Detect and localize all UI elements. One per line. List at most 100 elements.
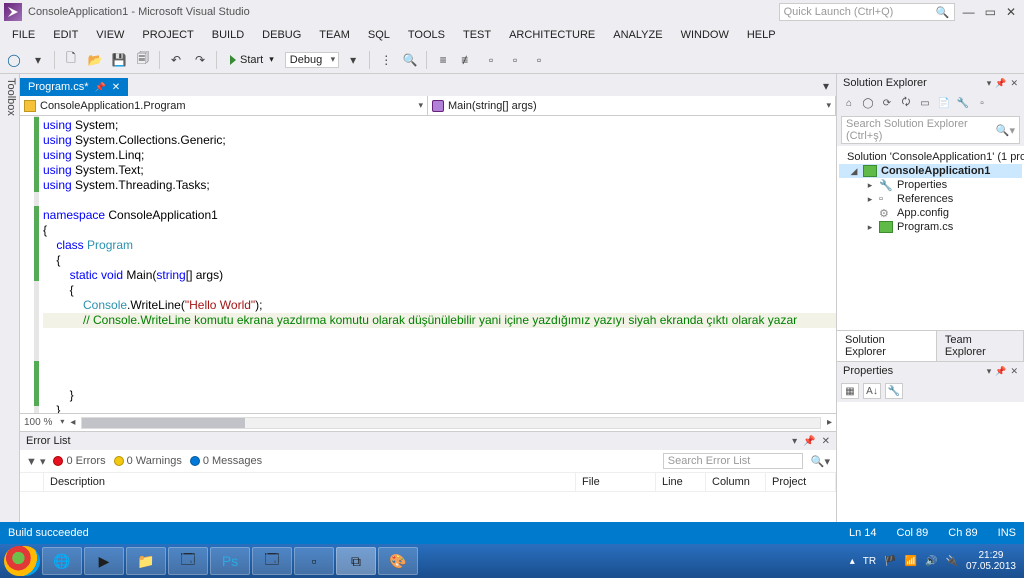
props-categorized-icon[interactable]: ▦ xyxy=(841,383,859,399)
tree-properties[interactable]: ▸🔧Properties xyxy=(839,178,1022,192)
menu-view[interactable]: VIEW xyxy=(88,27,132,43)
menu-project[interactable]: PROJECT xyxy=(134,27,201,43)
start-debug-button[interactable]: Start▾ xyxy=(223,51,281,69)
menu-edit[interactable]: EDIT xyxy=(45,27,86,43)
tab-team-explorer[interactable]: Team Explorer xyxy=(937,331,1024,361)
menu-test[interactable]: TEST xyxy=(455,27,499,43)
toolbox-tab[interactable]: Toolbox xyxy=(0,74,20,522)
col-file[interactable]: File xyxy=(576,473,656,491)
se-home-icon[interactable]: ⌂ xyxy=(841,95,857,111)
tree-appconfig[interactable]: ⚙App.config xyxy=(839,206,1022,220)
code-content[interactable]: using System; using System.Collections.G… xyxy=(39,116,836,413)
tray-network-icon[interactable]: 📶 xyxy=(905,556,917,567)
se-pin-icon[interactable]: 📌 xyxy=(995,78,1006,89)
tree-solution[interactable]: Solution 'ConsoleApplication1' (1 pro xyxy=(839,150,1022,164)
panel-close-icon[interactable]: ✕ xyxy=(822,436,830,447)
scope-combo[interactable]: ConsoleApplication1.Program xyxy=(20,96,428,115)
panel-dropdown-icon[interactable]: ▾ xyxy=(792,436,797,447)
se-search-input[interactable]: Search Solution Explorer (Ctrl+ş)🔍▾ xyxy=(841,116,1020,144)
active-files-dropdown[interactable]: ▾ xyxy=(816,76,836,96)
col-column[interactable]: Column xyxy=(706,473,766,491)
step-icon[interactable]: ⋮ xyxy=(376,50,396,70)
save-all-button[interactable]: 🗐 xyxy=(133,50,153,70)
se-close-icon[interactable]: ✕ xyxy=(1010,78,1018,89)
props-dropdown-icon[interactable]: ▾ xyxy=(987,366,992,377)
se-dropdown-icon[interactable]: ▾ xyxy=(987,78,992,89)
new-project-button[interactable]: 🗋 xyxy=(61,50,81,70)
se-showall-icon[interactable]: 📄 xyxy=(936,95,952,111)
errors-filter[interactable]: 0 Errors xyxy=(53,455,105,467)
taskbar-paint[interactable]: 🎨 xyxy=(378,547,418,575)
menu-sql[interactable]: SQL xyxy=(360,27,398,43)
tab-solution-explorer[interactable]: Solution Explorer xyxy=(837,331,937,361)
taskbar-app1[interactable]: 🗔 xyxy=(168,547,208,575)
messages-filter[interactable]: 0 Messages xyxy=(190,455,262,467)
tray-clock[interactable]: 21:2907.05.2013 xyxy=(966,550,1016,572)
error-search-input[interactable]: Search Error List xyxy=(663,453,803,469)
props-pages-icon[interactable]: 🔧 xyxy=(885,383,903,399)
tree-references[interactable]: ▸▫References xyxy=(839,192,1022,206)
menu-debug[interactable]: DEBUG xyxy=(254,27,309,43)
horizontal-scrollbar[interactable] xyxy=(81,417,821,429)
tray-lang[interactable]: TR xyxy=(863,556,876,567)
minimize-button[interactable]: — xyxy=(963,5,975,19)
taskbar-media[interactable]: ▶ xyxy=(84,547,124,575)
menu-analyze[interactable]: ANALYZE xyxy=(605,27,670,43)
nav-forward-button[interactable]: ▾ xyxy=(28,50,48,70)
se-preview-icon[interactable]: ▫ xyxy=(974,95,990,111)
taskbar-explorer[interactable]: 📁 xyxy=(126,547,166,575)
redo-button[interactable]: ↷ xyxy=(190,50,210,70)
start-button[interactable] xyxy=(4,546,40,576)
tree-program-cs[interactable]: ▸Program.cs xyxy=(839,220,1022,234)
scroll-right-icon[interactable]: ▸ xyxy=(827,417,832,428)
menu-window[interactable]: WINDOW xyxy=(673,27,737,43)
se-collapse-icon[interactable]: ▭ xyxy=(917,95,933,111)
configuration-combo[interactable]: Debug xyxy=(285,52,339,68)
undo-button[interactable]: ↶ xyxy=(166,50,186,70)
close-button[interactable]: ✕ xyxy=(1006,5,1016,19)
tab-close-icon[interactable]: ✕ xyxy=(112,82,120,93)
tree-project[interactable]: ◢ConsoleApplication1 xyxy=(839,164,1022,178)
taskbar-app3[interactable]: ▫ xyxy=(294,547,334,575)
props-alpha-icon[interactable]: A↓ xyxy=(863,383,881,399)
menu-architecture[interactable]: ARCHITECTURE xyxy=(501,27,603,43)
tray-flag-icon[interactable]: 🏴 xyxy=(884,556,896,567)
quick-launch-input[interactable]: Quick Launch (Ctrl+Q)🔍 xyxy=(779,3,955,21)
nav-back-button[interactable]: ◯ xyxy=(4,50,24,70)
member-combo[interactable]: Main(string[] args) xyxy=(428,96,836,115)
menu-file[interactable]: FILE xyxy=(4,27,43,43)
comment-button[interactable]: ≡ xyxy=(433,50,453,70)
tray-volume-icon[interactable]: 🔊 xyxy=(925,556,937,567)
tool-c-icon[interactable]: ▫ xyxy=(529,50,549,70)
error-search-icon[interactable]: 🔍▾ xyxy=(811,455,830,468)
se-sync-icon[interactable]: ⟳ xyxy=(879,95,895,111)
panel-pin-icon[interactable]: 📌 xyxy=(803,436,815,447)
zoom-combo[interactable]: 100 % xyxy=(24,417,64,428)
tool-b-icon[interactable]: ▫ xyxy=(505,50,525,70)
code-editor[interactable]: using System; using System.Collections.G… xyxy=(20,116,836,413)
taskbar-app2[interactable]: 🗔 xyxy=(252,547,292,575)
taskbar-visualstudio[interactable]: ⧉ xyxy=(336,547,376,575)
se-back-icon[interactable]: ◯ xyxy=(860,95,876,111)
taskbar-chrome[interactable]: 🌐 xyxy=(42,547,82,575)
platform-combo[interactable]: ▾ xyxy=(343,50,363,70)
open-button[interactable]: 📂 xyxy=(85,50,105,70)
menu-build[interactable]: BUILD xyxy=(204,27,252,43)
pin-icon[interactable]: 📌 xyxy=(95,82,106,93)
taskbar-photoshop[interactable]: Ps xyxy=(210,547,250,575)
tool-a-icon[interactable]: ▫ xyxy=(481,50,501,70)
save-button[interactable]: 💾 xyxy=(109,50,129,70)
props-pin-icon[interactable]: 📌 xyxy=(995,366,1006,377)
menu-tools[interactable]: TOOLS xyxy=(400,27,453,43)
find-button[interactable]: 🔍 xyxy=(400,50,420,70)
tab-program-cs[interactable]: Program.cs* 📌 ✕ xyxy=(20,78,128,96)
filter-dropdown[interactable]: ▼ ▾ xyxy=(26,455,45,468)
tray-up-icon[interactable]: ▴ xyxy=(850,556,855,567)
se-properties-icon[interactable]: 🔧 xyxy=(955,95,971,111)
warnings-filter[interactable]: 0 Warnings xyxy=(114,455,182,467)
scroll-left-icon[interactable]: ◂ xyxy=(70,417,75,428)
col-description[interactable]: Description xyxy=(44,473,576,491)
se-refresh-icon[interactable]: 🗘 xyxy=(898,95,914,111)
col-icon[interactable] xyxy=(20,473,44,491)
col-project[interactable]: Project xyxy=(766,473,836,491)
